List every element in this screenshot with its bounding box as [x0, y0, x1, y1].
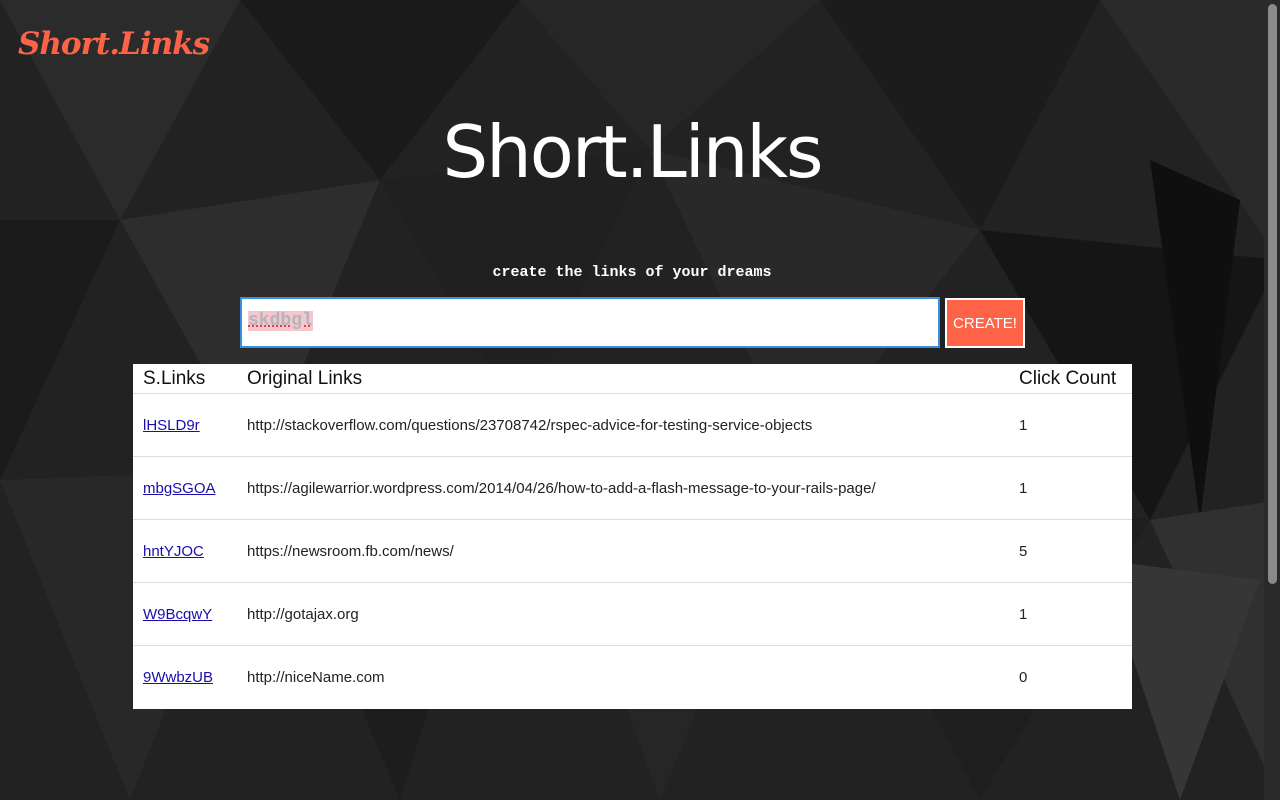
- page-scrollbar[interactable]: [1264, 0, 1280, 800]
- click-count: 1: [1019, 456, 1132, 520]
- original-link: https://newsroom.fb.com/news/: [247, 519, 1019, 583]
- column-header-original-links: Original Links: [247, 364, 1019, 394]
- url-input[interactable]: skdbgl: [240, 297, 940, 348]
- table-header-row: S.Links Original Links Click Count: [133, 364, 1132, 394]
- column-header-click-count: Click Count: [1019, 364, 1132, 394]
- original-link: https://agilewarrior.wordpress.com/2014/…: [247, 456, 1019, 520]
- links-table: S.Links Original Links Click Count lHSLD…: [133, 364, 1132, 709]
- original-link: http://gotajax.org: [247, 582, 1019, 646]
- create-button[interactable]: CREATE!: [945, 298, 1025, 348]
- short-link[interactable]: lHSLD9r: [143, 417, 200, 434]
- short-link[interactable]: hntYJOC: [143, 543, 204, 560]
- click-count: 0: [1019, 668, 1028, 686]
- click-count: 1: [1019, 582, 1132, 646]
- brand-logo[interactable]: Short.Links: [18, 26, 210, 62]
- original-link: http://stackoverflow.com/questions/23708…: [247, 393, 1019, 457]
- short-link[interactable]: 9WwbzUB: [143, 669, 213, 686]
- scrollbar-thumb[interactable]: [1268, 4, 1277, 584]
- table-row: mbgSGOA https://agilewarrior.wordpress.c…: [133, 456, 1132, 520]
- table-row: hntYJOC https://newsroom.fb.com/news/ 5: [133, 519, 1132, 583]
- page-title: Short.Links: [442, 110, 823, 194]
- click-count: 1: [1019, 393, 1132, 457]
- table-row: lHSLD9r http://stackoverflow.com/questio…: [133, 393, 1132, 457]
- click-count: 5: [1019, 519, 1132, 583]
- url-input-value: skdbgl: [248, 311, 313, 331]
- table-row: 9WwbzUB http://niceName.com 0: [133, 646, 1132, 709]
- table-row: W9BcqwY http://gotajax.org 1: [133, 582, 1132, 646]
- original-link: http://niceName.com: [247, 668, 385, 686]
- tagline: create the links of your dreams: [492, 264, 772, 281]
- short-link[interactable]: mbgSGOA: [143, 480, 216, 497]
- short-link[interactable]: W9BcqwY: [143, 606, 212, 623]
- column-header-short-links: S.Links: [133, 364, 247, 394]
